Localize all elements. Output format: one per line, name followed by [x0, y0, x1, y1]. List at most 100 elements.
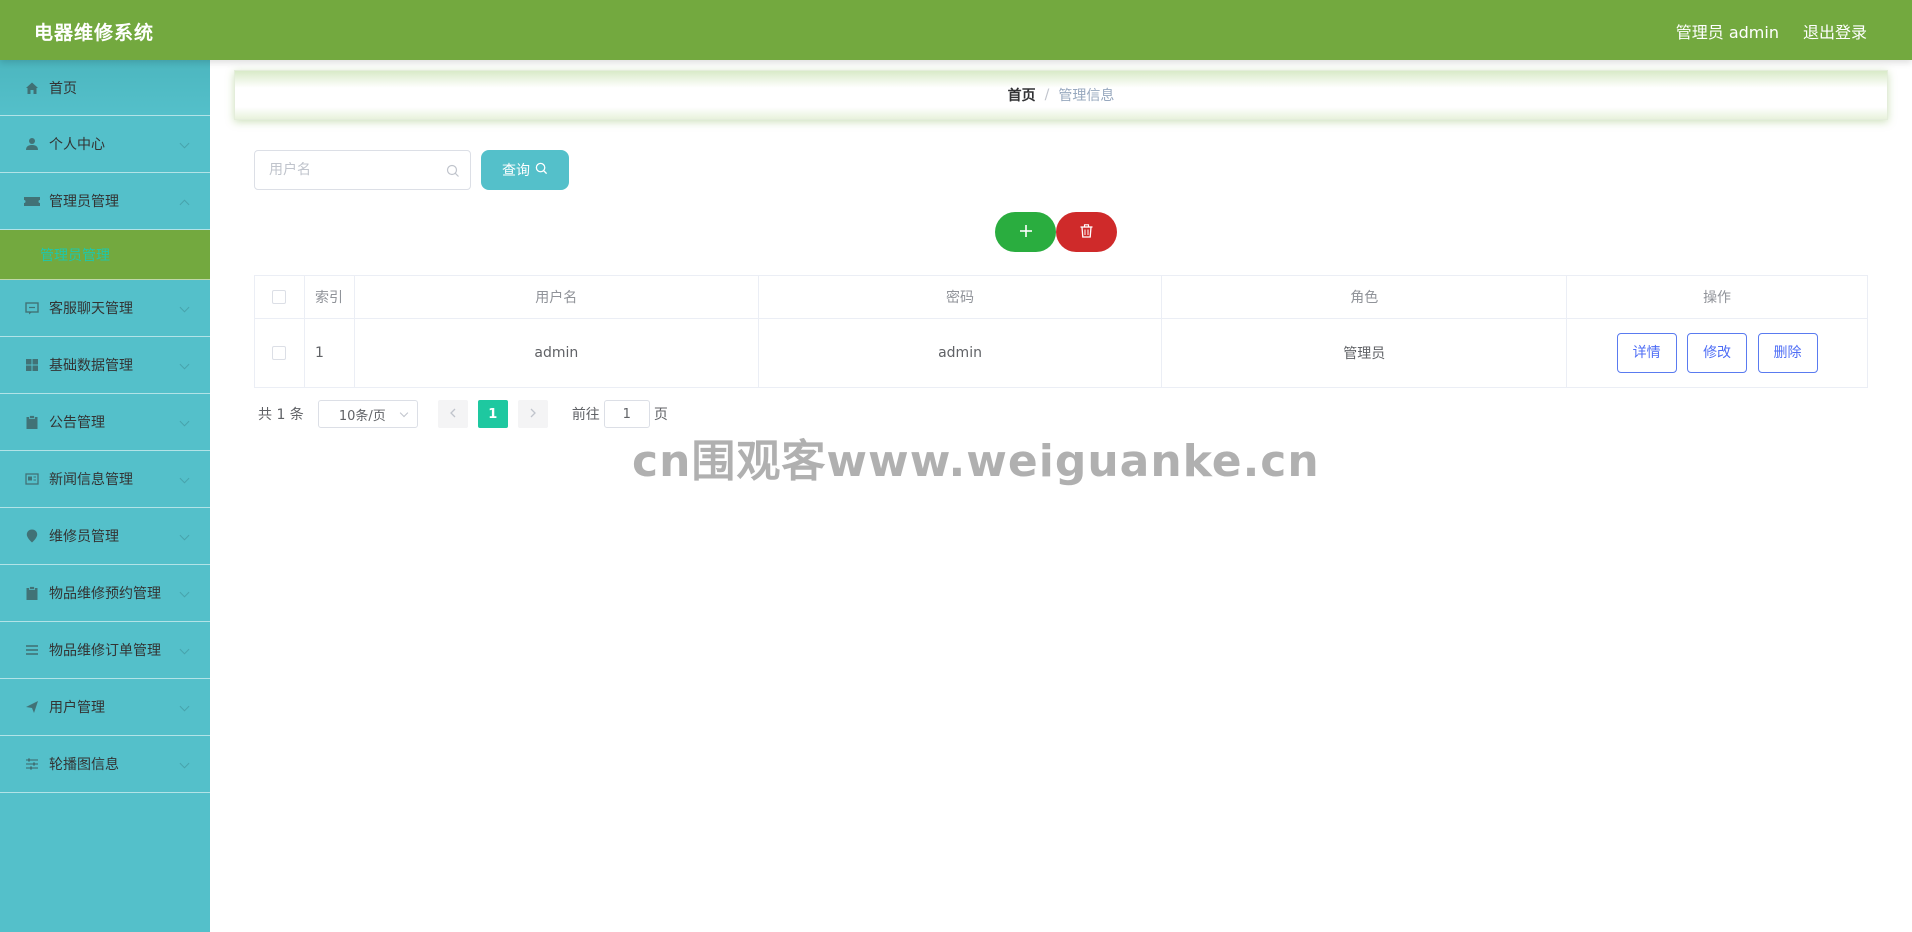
table-row: 1 admin admin 管理员 详情 修改 删除: [254, 318, 1868, 388]
select-all-cell: [254, 275, 305, 319]
chevron-right-icon: [529, 406, 537, 422]
sidebar-item-user-management[interactable]: 用户管理: [0, 679, 210, 736]
sidebar-item-label: 轮播图信息: [49, 757, 119, 773]
sidebar-item-label: 物品维修订单管理: [49, 643, 161, 659]
search-field[interactable]: [254, 150, 471, 190]
prev-page-button[interactable]: [437, 400, 468, 428]
chevron-up-icon: [179, 199, 190, 210]
sidebar-menu: 首页 个人中心 管理员管理 管理员管理 客服聊天管理 基础数据管理 公告管理 新…: [0, 60, 210, 932]
cell-actions: 详情 修改 删除: [1566, 318, 1868, 388]
sidebar-item-label: 个人中心: [49, 137, 105, 153]
header-password: 密码: [757, 275, 1163, 319]
sidebar-item-basic-data[interactable]: 基础数据管理: [0, 337, 210, 394]
user-icon: [24, 136, 40, 152]
cell-index: 1: [303, 318, 355, 388]
sliders-icon: [24, 756, 40, 772]
sidebar-item-label: 用户管理: [49, 700, 105, 716]
logout-button[interactable]: 退出登录: [1803, 19, 1867, 43]
chevron-down-icon: [179, 530, 190, 541]
sidebar-item-label: 物品维修预约管理: [49, 586, 161, 602]
chevron-down-icon: [179, 587, 190, 598]
page-size-value: 10条/页: [338, 408, 386, 424]
cell-username: admin: [353, 318, 759, 388]
sidebar-item-announcement[interactable]: 公告管理: [0, 394, 210, 451]
breadcrumb-separator: /: [1044, 87, 1050, 103]
sidebar-item-chat-management[interactable]: 客服聊天管理: [0, 280, 210, 337]
sidebar-item-label: 公告管理: [49, 415, 105, 431]
chevron-down-icon: [179, 302, 190, 313]
trash-icon: [1080, 223, 1093, 242]
sidebar-item-repair-appointment[interactable]: 物品维修预约管理: [0, 565, 210, 622]
add-button[interactable]: [995, 212, 1056, 252]
sidebar-item-repair-order[interactable]: 物品维修订单管理: [0, 622, 210, 679]
chat-icon: [24, 300, 40, 316]
chevron-down-icon: [179, 416, 190, 427]
sidebar-item-label: 基础数据管理: [49, 358, 133, 374]
search-icon: [446, 163, 460, 182]
table-header-row: 索引 用户名 密码 角色 操作: [254, 275, 1868, 319]
sidebar-item-personal-center[interactable]: 个人中心: [0, 116, 210, 173]
grid-icon: [24, 357, 40, 373]
pagination-total: 共 1 条: [258, 407, 304, 423]
location-icon: [24, 528, 40, 544]
goto-page-input[interactable]: [603, 400, 650, 428]
admin-table: 索引 用户名 密码 角色 操作 1 admin admin 管理员 详情 修改 …: [254, 275, 1868, 388]
chevron-down-icon: [399, 408, 409, 418]
list-icon: [24, 642, 40, 658]
chevron-down-icon: [179, 473, 190, 484]
clipboard-icon: [24, 414, 40, 430]
row-checkbox[interactable]: [272, 346, 287, 360]
header-username: 用户名: [353, 275, 759, 319]
app-title: 电器维修系统: [34, 22, 155, 44]
plus-icon: [1019, 223, 1033, 242]
sidebar-item-label: 首页: [49, 80, 77, 97]
page-number-current[interactable]: 1: [477, 400, 508, 428]
watermark-text: cn围观客www.weiguanke.cn: [632, 436, 1320, 487]
chevron-down-icon: [179, 644, 190, 655]
query-button[interactable]: 查询: [481, 150, 569, 190]
pagination: 共 1 条 10条/页 1 前往 页: [258, 400, 668, 428]
query-button-label: 查询: [502, 163, 530, 179]
sidebar-item-label: 管理员管理: [49, 194, 119, 210]
current-user-label[interactable]: 管理员 admin: [1676, 19, 1779, 43]
username-search-input[interactable]: [269, 162, 439, 178]
chevron-down-icon: [179, 359, 190, 370]
header-index: 索引: [303, 275, 355, 319]
cell-role: 管理员: [1161, 318, 1568, 388]
sidebar-item-home[interactable]: 首页: [0, 60, 210, 116]
cell-password: admin: [757, 318, 1163, 388]
header-actions: 操作: [1566, 275, 1868, 319]
select-all-checkbox[interactable]: [272, 290, 287, 304]
breadcrumb-home[interactable]: 首页: [1008, 85, 1036, 105]
row-select-cell: [254, 318, 305, 388]
sidebar-item-label: 新闻信息管理: [49, 472, 133, 488]
goto-prefix: 前往: [571, 407, 600, 423]
top-header: 电器维修系统 管理员 admin 退出登录: [0, 0, 1912, 60]
send-icon: [24, 699, 40, 715]
page-size-select[interactable]: 10条/页: [317, 400, 418, 428]
news-icon: [24, 471, 40, 487]
search-icon: [535, 162, 548, 179]
sidebar-item-label: 客服聊天管理: [49, 301, 133, 317]
batch-delete-button[interactable]: [1056, 212, 1117, 252]
chevron-left-icon: [449, 406, 457, 422]
edit-button[interactable]: 修改: [1687, 333, 1748, 373]
sidebar-item-admin-management[interactable]: 管理员管理: [0, 173, 210, 230]
home-icon: [24, 80, 40, 96]
breadcrumb: 首页 / 管理信息: [234, 70, 1888, 120]
goto-suffix: 页: [653, 407, 668, 423]
sidebar-subitem-admin-management[interactable]: 管理员管理: [0, 230, 210, 280]
ticket-icon: [24, 193, 40, 209]
header-role: 角色: [1161, 275, 1568, 319]
chevron-down-icon: [179, 758, 190, 769]
delete-button[interactable]: 删除: [1757, 333, 1818, 373]
sidebar-item-news[interactable]: 新闻信息管理: [0, 451, 210, 508]
sidebar-item-label: 维修员管理: [49, 529, 119, 545]
header-user-area: 管理员 admin 退出登录: [1676, 19, 1867, 43]
clipboard-icon: [24, 585, 40, 601]
sidebar-item-repairman[interactable]: 维修员管理: [0, 508, 210, 565]
sidebar-item-carousel[interactable]: 轮播图信息: [0, 736, 210, 793]
next-page-button[interactable]: [517, 400, 548, 428]
detail-button[interactable]: 详情: [1616, 333, 1677, 373]
chevron-down-icon: [179, 138, 190, 149]
